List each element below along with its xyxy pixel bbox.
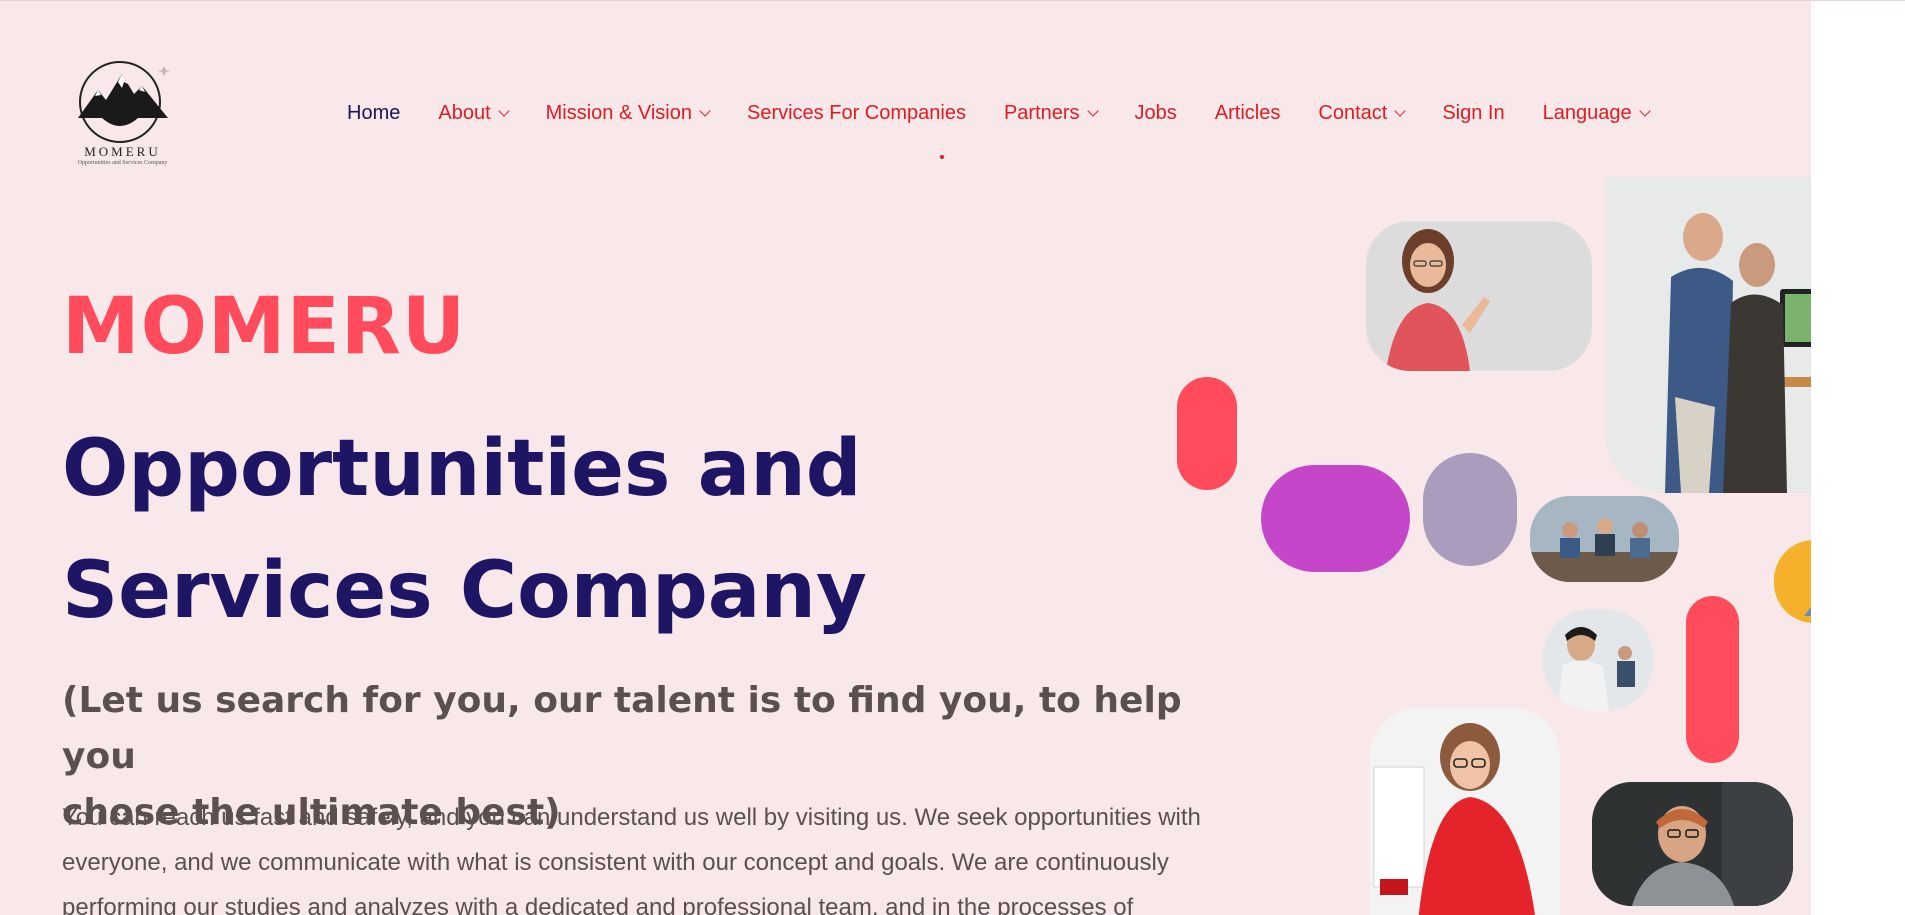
photo-meditating-woman-image [1804, 608, 1811, 616]
nav-item-label: Sign In [1442, 101, 1505, 124]
photo-team-meeting [1530, 496, 1679, 582]
nav-item-mission-vision[interactable]: Mission & Vision [545, 101, 711, 125]
chevron-down-icon [1086, 104, 1099, 117]
chevron-down-icon [1394, 104, 1406, 117]
page-margin [1811, 0, 1905, 915]
photo-man-with-glasses-image [1592, 782, 1793, 906]
logo-tagline: Opportunities and Services Company [77, 160, 168, 166]
site-logo[interactable]: MOMERU Opportunities and Services Compan… [60, 52, 190, 172]
nav-item-contact[interactable]: Contact [1318, 101, 1406, 125]
main-navigation: Home About Mission & Vision Services For… [347, 98, 1687, 128]
logo-wordmark: MOMERU [84, 144, 161, 159]
nav-item-label: Articles [1214, 101, 1281, 124]
hero-title-line: Services Company [62, 546, 867, 636]
hero-body-line: You can reach us fast and safely, and yo… [62, 804, 1201, 831]
photo-man-at-laptop [1543, 609, 1653, 711]
photo-team-meeting-image [1530, 496, 1679, 582]
nav-item-sign-in[interactable]: Sign In [1442, 102, 1504, 125]
chevron-down-icon [699, 104, 711, 117]
photo-woman-in-red-image [1370, 707, 1560, 915]
nav-item-label: Home [347, 101, 401, 124]
hero-brand: MOMERU [62, 282, 467, 372]
decorative-blob-lavender [1423, 453, 1517, 566]
nav-item-label: Services For Companies [746, 101, 966, 124]
nav-item-label: Jobs [1134, 101, 1177, 124]
photo-man-with-glasses [1592, 782, 1793, 906]
window-top-border [0, 0, 1905, 1]
hero-body-line: performing our studies and analyzes with… [62, 894, 1134, 915]
nav-item-about[interactable]: About [438, 101, 510, 125]
nav-item-language[interactable]: Language [1542, 101, 1651, 125]
hero-body-text: You can reach us fast and safely, and yo… [62, 795, 1282, 915]
photo-office-colleagues [1605, 177, 1811, 493]
photo-woman-in-red [1370, 707, 1560, 915]
page-background: MOMERU Opportunities and Services Compan… [0, 0, 1811, 915]
photo-pointing-woman-image [1386, 229, 1490, 371]
photo-meditating-woman [1774, 540, 1811, 623]
nav-item-label: Mission & Vision [545, 101, 692, 124]
photo-pointing-woman [1366, 221, 1592, 371]
hero-title-line: Opportunities and [62, 424, 862, 514]
hero-title: Opportunities and Services Company [62, 408, 962, 652]
nav-item-articles[interactable]: Articles [1215, 102, 1281, 125]
photo-man-at-laptop-image [1543, 609, 1653, 711]
photo-office-colleagues-image [1605, 177, 1811, 493]
chevron-down-icon [497, 104, 510, 117]
nav-item-jobs[interactable]: Jobs [1135, 102, 1177, 125]
decorative-blob-red [1177, 377, 1237, 490]
nav-active-indicator [940, 155, 944, 159]
chevron-down-icon [1638, 104, 1651, 117]
hero-body-line: everyone, and we communicate with what i… [62, 849, 1169, 876]
nav-item-label: Partners [1003, 101, 1080, 124]
nav-item-label: About [438, 101, 491, 124]
nav-item-label: Contact [1318, 101, 1388, 124]
mountain-logo-icon [78, 61, 170, 143]
decorative-blob-red [1686, 596, 1739, 763]
nav-item-home[interactable]: Home [347, 102, 400, 125]
nav-item-label: Language [1542, 101, 1632, 124]
hero-subtitle-line: (Let us search for you, our talent is to… [62, 680, 1182, 777]
nav-item-partners[interactable]: Partners [1003, 101, 1099, 125]
nav-item-services-for-companies[interactable]: Services For Companies [747, 102, 966, 125]
decorative-blob-magenta [1261, 465, 1410, 572]
